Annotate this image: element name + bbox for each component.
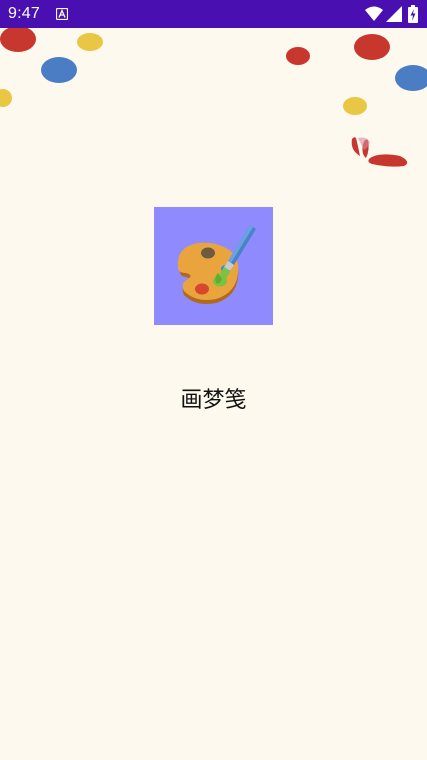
palette-brush-icon bbox=[154, 207, 273, 325]
confetti-dot bbox=[77, 33, 103, 51]
confetti-decoration bbox=[0, 28, 427, 167]
confetti-dot bbox=[354, 34, 390, 60]
notification-a-icon bbox=[56, 8, 68, 20]
wifi-icon bbox=[365, 6, 383, 21]
status-time: 9:47 bbox=[8, 5, 40, 22]
splash-drops bbox=[351, 137, 408, 167]
app-name: 画梦笺 bbox=[180, 388, 247, 413]
confetti-dot bbox=[0, 89, 12, 107]
app-logo-icon bbox=[154, 207, 273, 325]
confetti-dot bbox=[41, 57, 77, 83]
signal-icon bbox=[386, 6, 402, 22]
status-bar: 9:47 bbox=[0, 0, 427, 28]
splash-screen: 9:47 画梦笺 bbox=[0, 0, 427, 760]
confetti-dot bbox=[286, 47, 310, 65]
confetti-dot bbox=[395, 65, 427, 91]
battery-charging-icon bbox=[408, 5, 418, 23]
confetti-dot bbox=[0, 28, 36, 52]
confetti-dot bbox=[343, 97, 367, 115]
